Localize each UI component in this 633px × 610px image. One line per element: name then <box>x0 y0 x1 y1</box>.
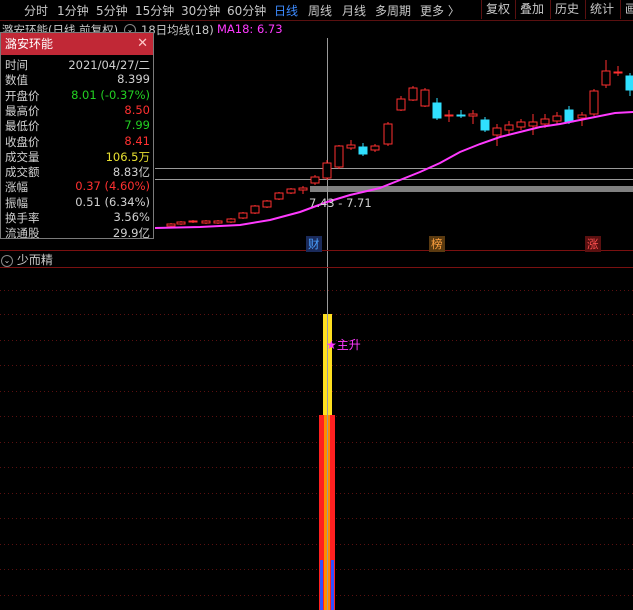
info-row-label: 最高价 <box>5 103 40 118</box>
indicator-bar <box>320 560 323 610</box>
candle-body <box>468 113 478 117</box>
candle-body <box>552 115 562 122</box>
indicator-header: ⌄ 少而精 <box>0 251 633 267</box>
candle-body <box>310 176 320 184</box>
info-row: 时间 2021/04/27/二 <box>1 57 153 73</box>
info-row-value: 0.51 (6.34%) <box>75 194 150 209</box>
info-row-value: 2021/04/27/二 <box>68 58 150 72</box>
candle-body <box>201 220 211 224</box>
info-row: 成交量 106.5万 <box>1 149 153 165</box>
candle-body <box>334 145 344 168</box>
price-range-label: 7.43 - 7.71 <box>309 196 372 210</box>
candle-body <box>408 87 418 101</box>
candle-body <box>613 71 623 74</box>
candle-body <box>213 220 223 224</box>
info-row-value: 8.01 (-0.37%) <box>71 87 150 102</box>
info-row: 最低价 7.99 <box>1 118 153 134</box>
event-marker-finance-label: 财 <box>308 237 320 251</box>
info-row-label: 涨幅 <box>5 180 28 195</box>
candle-body <box>396 98 406 111</box>
candle-body <box>370 145 380 151</box>
info-row-value: 8.41 <box>124 133 150 148</box>
candle-body <box>564 109 574 123</box>
stock-info-panel: 潞安环能 ✕ 时间 2021/04/27/二数值 8.399 开盘价 8.01 (-0.… <box>0 32 154 241</box>
candle-body <box>262 200 272 208</box>
info-row-label: 时间 <box>5 58 28 72</box>
indicator-grid <box>0 290 633 596</box>
info-panel-title: 潞安环能 <box>5 37 54 51</box>
candle-body <box>166 223 176 227</box>
candle-body <box>274 192 284 200</box>
candle-body <box>298 187 308 191</box>
candle-body <box>188 220 198 223</box>
event-marker-ranking[interactable]: 榜 <box>429 236 445 252</box>
info-row: 流通股 29.9亿 <box>1 225 153 241</box>
candle-body <box>358 146 368 155</box>
candle-body <box>625 75 633 91</box>
info-row-label: 开盘价 <box>5 88 40 103</box>
chevron-down-icon[interactable]: ⌄ <box>1 254 13 267</box>
candle-body <box>540 118 550 125</box>
info-row-label: 收盘价 <box>5 134 40 149</box>
candle-body <box>480 119 490 131</box>
candle-body <box>504 124 514 131</box>
info-row-label: 成交量 <box>5 149 40 164</box>
info-row: 最高价 8.50 <box>1 103 153 119</box>
signal-label: ★主升 <box>326 338 361 352</box>
info-row: 收盘价 8.41 <box>1 134 153 150</box>
indicator-title: 少而精 <box>16 253 53 267</box>
candle-body <box>577 114 587 119</box>
candle-body <box>420 89 430 107</box>
candle-body <box>346 144 356 149</box>
info-row-label: 换手率 <box>5 211 40 225</box>
event-marker-limit-up[interactable]: 涨 <box>585 236 601 252</box>
info-row-value: 7.99 <box>124 118 150 133</box>
info-row-value: 0.37 (4.60%) <box>75 179 150 194</box>
candle-body <box>516 121 526 128</box>
candle-body <box>176 221 186 225</box>
info-row-label: 振幅 <box>5 195 28 210</box>
info-panel-header: 潞安环能 ✕ <box>1 33 153 55</box>
info-row-value: 3.56% <box>113 210 150 224</box>
info-row-label: 最低价 <box>5 119 40 134</box>
info-row: 换手率 3.56% <box>1 210 153 226</box>
candle-body <box>432 102 442 119</box>
info-row-label: 成交额 <box>5 165 40 180</box>
indicator-bar <box>331 560 334 610</box>
close-icon[interactable]: ✕ <box>137 33 148 55</box>
event-marker-ranking-label: 榜 <box>431 237 443 251</box>
info-row: 振幅 0.51 (6.34%) <box>1 195 153 211</box>
candle-body <box>322 162 332 179</box>
info-row-label: 流通股 <box>5 226 40 241</box>
candle-body <box>456 114 466 117</box>
event-marker-finance[interactable]: 财 <box>306 236 322 252</box>
candle-body <box>528 121 538 127</box>
candles-group <box>166 60 633 227</box>
candle-body <box>589 90 599 115</box>
candle-body <box>286 188 296 194</box>
candle-body <box>444 114 454 117</box>
ma18-line <box>154 111 633 229</box>
candle-body <box>492 127 502 136</box>
info-row: 涨幅 0.37 (4.60%) <box>1 179 153 195</box>
info-row-value: 29.9亿 <box>112 226 150 241</box>
candle-body <box>383 123 393 145</box>
info-row-label: 数值 <box>5 73 28 88</box>
candle-body <box>601 70 611 86</box>
candle-body <box>226 218 236 223</box>
event-marker-limit-up-label: 涨 <box>587 237 599 251</box>
candle-body <box>238 212 248 219</box>
info-row: 成交额 8.83亿 <box>1 164 153 180</box>
info-row: 数值 8.399 <box>1 72 153 88</box>
info-row-value: 106.5万 <box>105 149 150 164</box>
price-band <box>310 186 633 192</box>
info-row-value: 8.83亿 <box>112 165 150 180</box>
indicator-bars-group <box>319 268 335 610</box>
info-row: 开盘价 8.01 (-0.37%) <box>1 88 153 104</box>
ma-value: MA18: 6.73 <box>217 22 283 36</box>
info-row-value: 8.50 <box>124 102 150 117</box>
candle-body <box>250 205 260 214</box>
info-row-value: 8.399 <box>117 72 150 87</box>
